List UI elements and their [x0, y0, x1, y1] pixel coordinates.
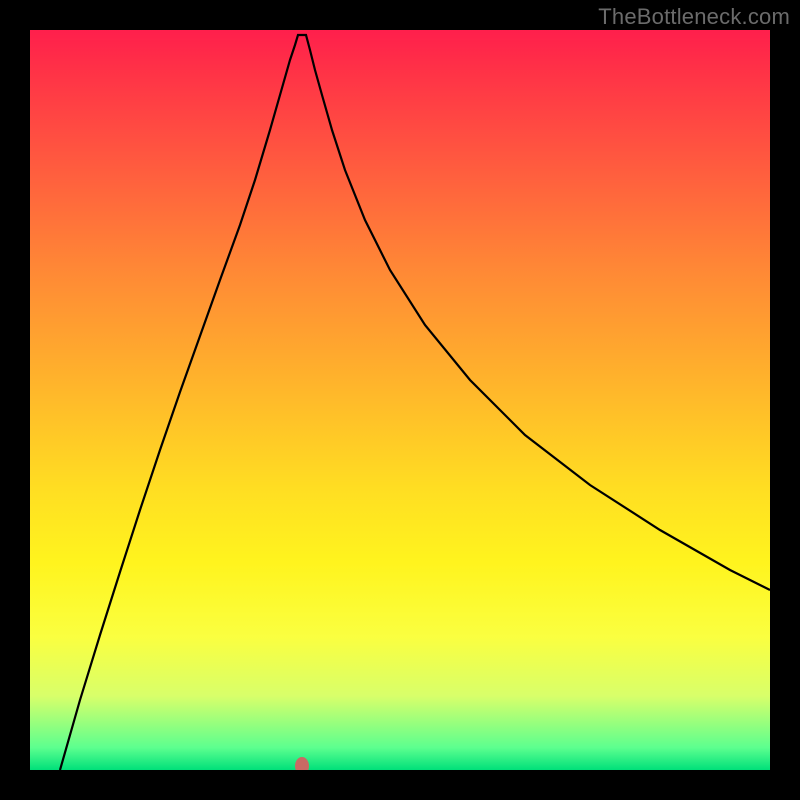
watermark-text: TheBottleneck.com	[598, 4, 790, 30]
bottleneck-curve	[30, 30, 770, 770]
curve-path	[60, 35, 770, 770]
minimum-marker	[295, 757, 309, 770]
plot-area	[30, 30, 770, 770]
chart-stage: TheBottleneck.com	[0, 0, 800, 800]
